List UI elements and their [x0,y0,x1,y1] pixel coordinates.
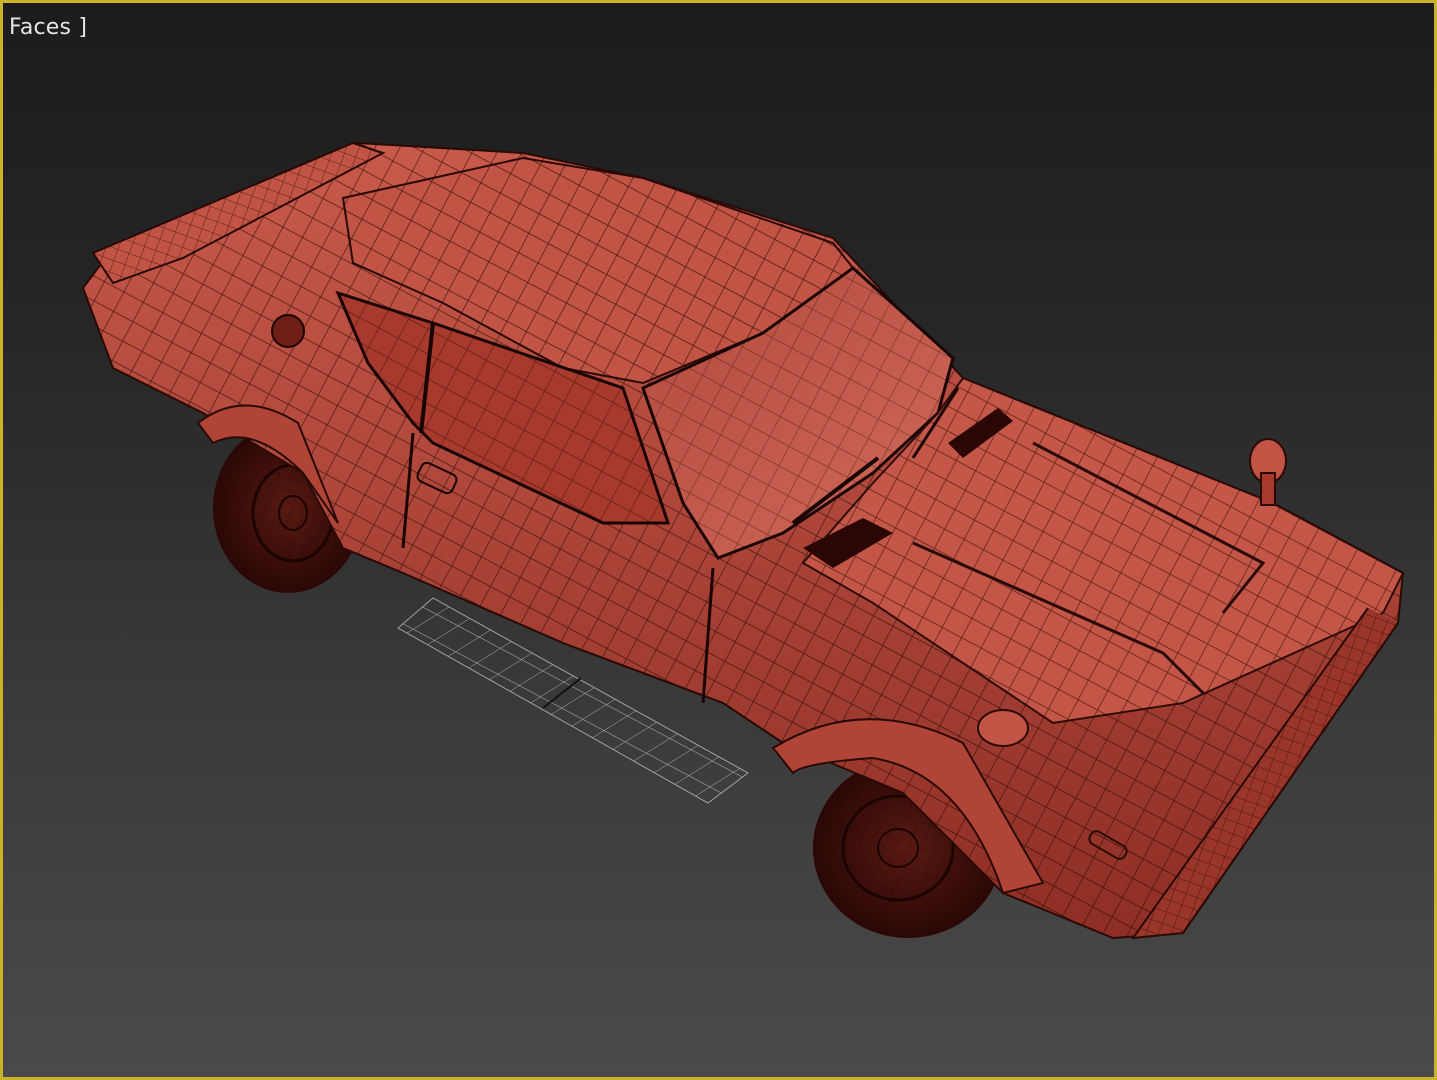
viewport-scene[interactable] [3,3,1437,1080]
3d-viewport[interactable]: Faces ] [0,0,1437,1080]
